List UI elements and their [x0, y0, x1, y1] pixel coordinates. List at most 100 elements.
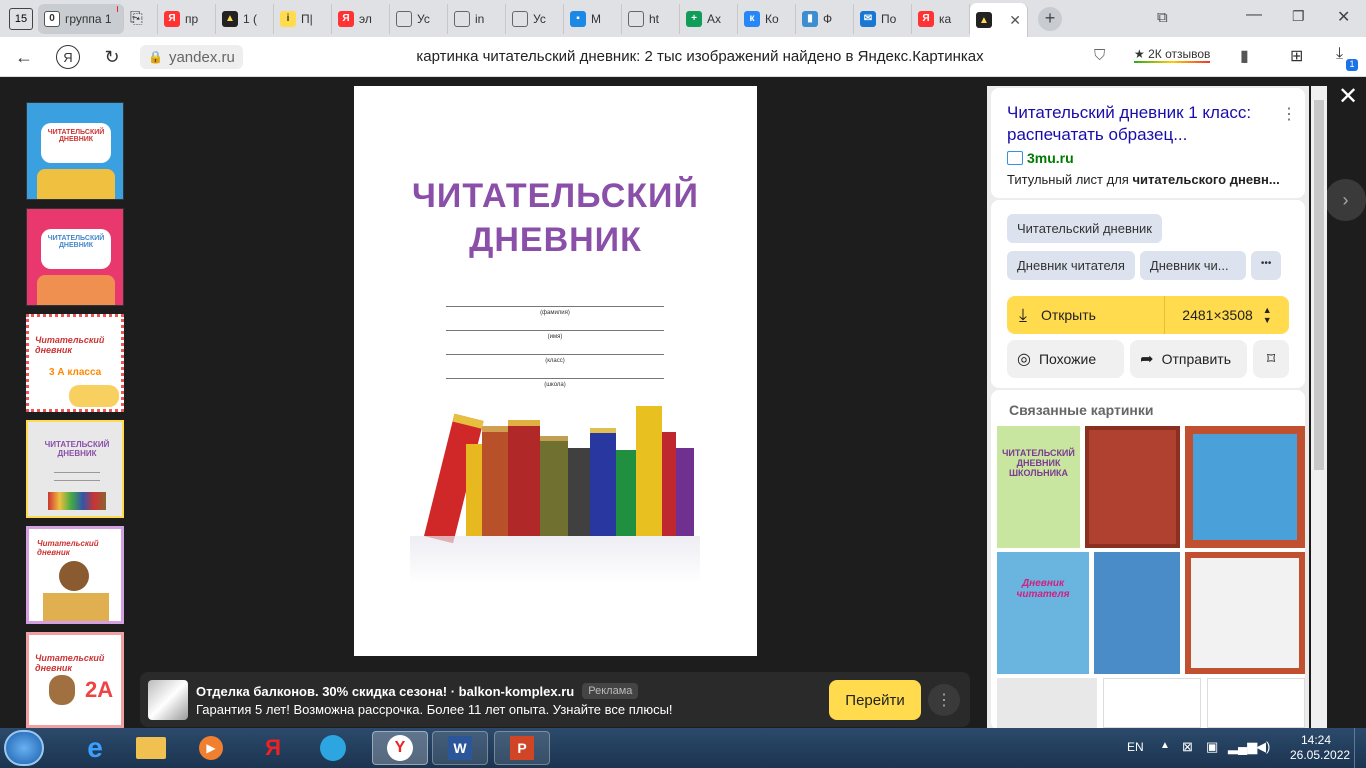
language-indicator[interactable]: EN: [1127, 740, 1144, 754]
tab-item[interactable]: ▮ Ф: [796, 3, 854, 34]
address-bar: ← Я ↻ 🔒 yandex.ru картинка читательский …: [0, 37, 1366, 77]
panel-scrollbar[interactable]: [1311, 86, 1327, 728]
thumbnail-title: Читательский дневник: [37, 539, 99, 557]
chat-icon: ▪: [570, 10, 586, 27]
related-image[interactable]: [1094, 552, 1180, 674]
related-image[interactable]: ЧИТАТЕЛЬСКИЙ ДНЕВНИК ШКОЛЬНИКА: [997, 426, 1080, 548]
ad-banner[interactable]: Отделка балконов. 30% скидка сезона! · b…: [140, 672, 970, 727]
tab-item[interactable]: ht: [622, 3, 680, 34]
restore-icon[interactable]: ❐: [1292, 8, 1305, 25]
more-options-icon[interactable]: ⋮: [1281, 104, 1297, 124]
page-icon: [628, 10, 644, 27]
telegram-icon[interactable]: [306, 731, 360, 765]
explorer-icon[interactable]: [124, 731, 178, 765]
images-icon: ▲: [222, 10, 238, 27]
reviews-button[interactable]: ★ 2К отзывов: [1134, 47, 1211, 63]
main-image[interactable]: ЧИТАТЕЛЬСКИЙ ДНЕВНИК (фамилия) (имя) (кл…: [354, 86, 757, 656]
yandex-logo-icon[interactable]: Я: [56, 45, 80, 69]
tag-chip[interactable]: Дневник чи...: [1139, 251, 1246, 280]
tab-item[interactable]: Ус: [506, 3, 564, 34]
source-link[interactable]: 3mu.ru: [1007, 150, 1289, 166]
volume-icon[interactable]: ◀): [1256, 739, 1270, 755]
domain-chip[interactable]: 🔒 yandex.ru: [140, 45, 243, 69]
tab-item[interactable]: ▪ М: [564, 3, 622, 34]
tab-item[interactable]: Яэл: [332, 3, 390, 34]
tab-item[interactable]: Яка: [912, 3, 970, 34]
ad-headline[interactable]: Отделка балконов. 30% скидка сезона! · b…: [196, 684, 574, 699]
ad-menu-icon[interactable]: ⋮: [928, 684, 960, 716]
images-icon: ▲: [976, 12, 992, 28]
yandex-browser-active-icon[interactable]: Y: [372, 731, 428, 765]
minimize-icon[interactable]: —: [1246, 6, 1262, 24]
tab-item[interactable]: in: [448, 3, 506, 34]
yandex-browser-taskbar-icon[interactable]: Я: [246, 731, 300, 765]
tab-item[interactable]: + Ах: [680, 3, 738, 34]
show-hidden-icons-icon[interactable]: ▲: [1160, 740, 1170, 751]
start-button[interactable]: [4, 730, 44, 766]
back-icon[interactable]: ←: [12, 45, 36, 69]
ad-cta-button[interactable]: Перейти: [829, 680, 921, 720]
open-button[interactable]: ⤓ Открыть: [1007, 296, 1165, 334]
signal-icon[interactable]: ▂▄▆: [1228, 739, 1257, 755]
tab-item[interactable]: i П|: [274, 3, 332, 34]
tab-item[interactable]: ✉ По: [854, 3, 912, 34]
tab-item[interactable]: к Ко: [738, 3, 796, 34]
related-image[interactable]: Дневник читателя: [997, 552, 1089, 674]
next-arrow-icon[interactable]: ›: [1325, 179, 1366, 221]
close-viewer-icon[interactable]: ✕: [1338, 82, 1358, 111]
tabs-menu-icon[interactable]: ⧉: [1157, 9, 1168, 26]
thumbnail-title: ЧИТАТЕЛЬСКИЙ ДНЕВНИК: [41, 229, 111, 269]
size-select[interactable]: 2481×3508 ▲ ▼: [1165, 296, 1289, 334]
powerpoint-icon[interactable]: P: [494, 731, 550, 765]
more-tags-button[interactable]: •••: [1250, 251, 1282, 280]
show-desktop-button[interactable]: [1354, 728, 1366, 768]
related-image[interactable]: [1207, 678, 1305, 728]
thumbnail[interactable]: Читательский дневник 3 А класса: [26, 314, 124, 412]
network-icon[interactable]: ⊠: [1182, 739, 1193, 755]
new-folder-tab-icon[interactable]: ⎘: [124, 3, 158, 34]
save-collection-button[interactable]: ⌑: [1253, 340, 1289, 378]
reload-icon[interactable]: ↻: [100, 45, 124, 69]
ad-image: [148, 680, 188, 720]
thumbnail-selected[interactable]: ЧИТАТЕЛЬСКИЙ ДНЕВНИК: [26, 420, 124, 518]
tab-item[interactable]: ▲ 1 (: [216, 3, 274, 34]
extensions-icon[interactable]: ⊞: [1290, 46, 1303, 66]
share-button[interactable]: ➦ Отправить: [1130, 340, 1248, 378]
thumbnail[interactable]: Читательский дневник 2А: [26, 632, 124, 728]
tag-chip[interactable]: Дневник читателя: [1007, 251, 1135, 280]
ad-badge: Реклама: [582, 683, 639, 699]
related-image[interactable]: [1103, 678, 1201, 728]
bookmark-icon[interactable]: ▮: [1240, 46, 1249, 66]
tab-group[interactable]: 0 группа 1: [38, 3, 124, 34]
close-window-icon[interactable]: ✕: [1337, 7, 1350, 27]
related-image[interactable]: [1085, 426, 1180, 548]
thumbnail-subtitle: 3 А класса: [49, 367, 102, 378]
sheets-icon: +: [686, 10, 702, 27]
tab-bar: 15 0 группа 1 ⎘ Япр ▲ 1 ( i П| Яэл Ус in У…: [0, 0, 1366, 37]
thumbnail[interactable]: ЧИТАТЕЛЬСКИЙ ДНЕВНИК: [26, 208, 124, 306]
close-tab-icon[interactable]: ✕: [1009, 12, 1021, 29]
battery-icon[interactable]: ▣: [1206, 739, 1218, 755]
related-image[interactable]: [1185, 552, 1305, 674]
protect-icon[interactable]: ⛉: [1094, 47, 1105, 64]
new-tab-icon[interactable]: +: [1038, 6, 1062, 31]
word-icon[interactable]: W: [432, 731, 488, 765]
tab-active[interactable]: ▲ ✕: [970, 3, 1028, 37]
tab-item[interactable]: Ус: [390, 3, 448, 34]
downloads-icon[interactable]: ⤓: [1336, 45, 1343, 63]
similar-button[interactable]: ◎ Похожие: [1007, 340, 1125, 378]
media-player-icon[interactable]: ▶: [184, 731, 238, 765]
page-title[interactable]: картинка читательский дневник: 2 тыс изо…: [270, 48, 1130, 65]
sort-arrows-icon: ▲ ▼: [1262, 305, 1272, 325]
clock[interactable]: 14:24 26.05.2022: [1290, 733, 1350, 763]
ie-icon[interactable]: e: [68, 731, 122, 765]
thumbnail[interactable]: ЧИТАТЕЛЬСКИЙ ДНЕВНИК: [26, 102, 124, 200]
related-image[interactable]: [1185, 426, 1305, 548]
tag-chip[interactable]: Читательский дневник: [1007, 214, 1162, 243]
yandex-icon: Я: [164, 10, 180, 27]
related-image[interactable]: [997, 678, 1097, 728]
tab-counter[interactable]: 15: [4, 4, 38, 34]
tab-item[interactable]: Япр: [158, 3, 216, 34]
thumbnail[interactable]: Читательский дневник: [26, 526, 124, 624]
result-title-link[interactable]: Читательский дневник 1 класс: распечатат…: [1007, 102, 1277, 146]
